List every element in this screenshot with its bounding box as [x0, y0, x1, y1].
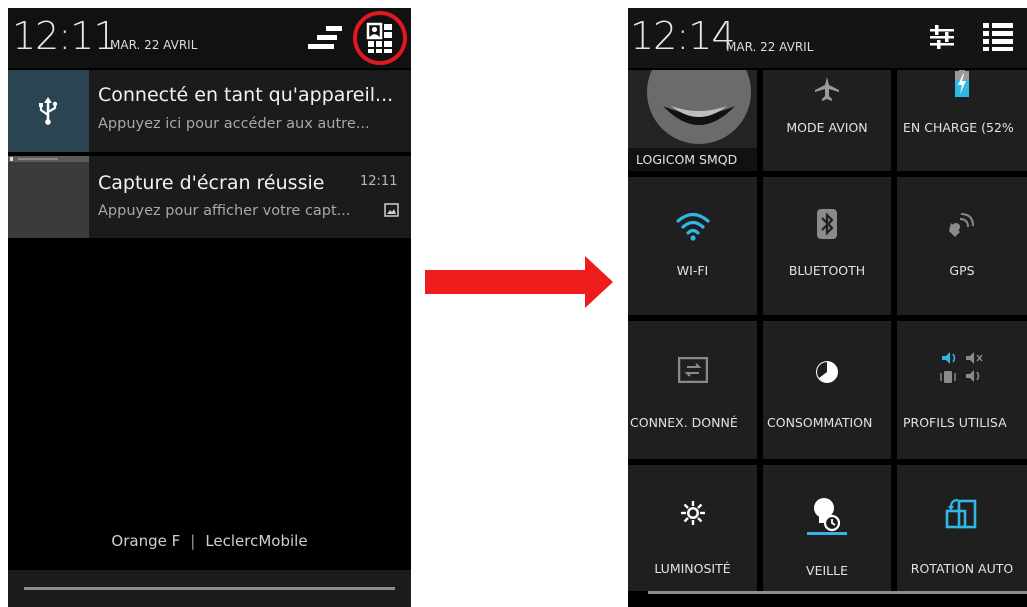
auto-rotate-icon [945, 497, 979, 535]
gps-icon [948, 211, 976, 243]
shade-handle-bar[interactable] [8, 570, 411, 607]
notification-title: Connecté en tant qu'appareil... [98, 84, 394, 106]
notification-title: Capture d'écran réussie [98, 172, 325, 194]
notification-usb[interactable]: Connecté en tant qu'appareil... Appuyez … [8, 70, 411, 152]
screenshot-thumbnail [8, 156, 89, 238]
tile-label: LUMINOSITÉ [654, 561, 731, 576]
tile-auto-rotate[interactable]: ROTATION AUTO [897, 465, 1027, 607]
clock: 12:11 [12, 14, 118, 58]
notifications-list-icon[interactable] [982, 20, 1014, 56]
sleep-timer-icon [807, 495, 847, 539]
transition-arrow [423, 254, 615, 314]
tile-profile[interactable]: LOGICOM SMQD [628, 70, 757, 171]
shade-handle-bar[interactable] [628, 591, 1027, 607]
notification-shade-screen: 12:11 MAR. 22 AVRIL Connecté en tant qu'… [8, 8, 411, 607]
tile-data-connection[interactable]: CONNEX. DONNÉ [628, 321, 757, 459]
clear-notifications-icon[interactable] [308, 24, 344, 56]
tile-audio-profiles[interactable]: PROFILS UTILISA [897, 321, 1027, 459]
carrier-separator: | [190, 532, 196, 550]
bluetooth-icon [817, 209, 837, 243]
audio-profiles-icon [940, 351, 984, 393]
tile-brightness[interactable]: LUMINOSITÉ [628, 465, 757, 607]
comparison-figure: 12:11 MAR. 22 AVRIL Connecté en tant qu'… [0, 0, 1027, 607]
wifi-icon [675, 211, 710, 245]
date: MAR. 22 AVRIL [726, 40, 814, 54]
airplane-icon [814, 76, 840, 106]
quick-settings-icon[interactable] [352, 10, 408, 70]
battery-charging-icon [954, 70, 970, 102]
drag-handle[interactable] [648, 591, 1027, 594]
tile-label: CONSOMMATION [767, 415, 873, 430]
data-connection-icon [677, 356, 708, 387]
status-bar: 12:14 MAR. 22 AVRIL [628, 8, 1027, 68]
notification-subtitle: Appuyez pour afficher votre capt... [98, 203, 351, 219]
carrier-name: Orange F [111, 532, 181, 550]
tile-label: BLUETOOTH [788, 263, 866, 278]
tile-battery[interactable]: EN CHARGE (52% [897, 70, 1027, 171]
notification-subtitle: Appuyez ici pour accéder aux autre... [98, 116, 370, 132]
notification-screenshot[interactable]: Capture d'écran réussie 12:11 Appuyez po… [8, 156, 411, 238]
settings-sliders-icon[interactable] [929, 24, 955, 54]
tile-label: MODE AVION [786, 120, 868, 135]
tile-label: EN CHARGE (52% [903, 120, 1014, 135]
tile-bluetooth[interactable]: BLUETOOTH [763, 177, 891, 315]
tile-label: ROTATION AUTO [910, 561, 1014, 576]
tile-label: LOGICOM SMQD [636, 152, 738, 167]
clock: 12:14 [630, 14, 736, 58]
tile-label: WI-FI [676, 263, 709, 278]
tile-wifi[interactable]: WI-FI [628, 177, 757, 315]
date: MAR. 22 AVRIL [110, 38, 198, 52]
usage-icon [814, 359, 840, 389]
quick-settings-screen: 12:14 MAR. 22 AVRIL LOGICOM SMQD MODE AV… [628, 8, 1027, 607]
drag-handle[interactable] [24, 587, 395, 590]
tile-sleep[interactable]: VEILLE [763, 465, 891, 607]
status-bar: 12:11 MAR. 22 AVRIL [8, 8, 411, 68]
notification-time: 12:11 [360, 174, 398, 189]
tile-label: GPS [949, 263, 975, 278]
tile-gps[interactable]: GPS [897, 177, 1027, 315]
notification-icon-tile [8, 70, 89, 152]
tile-label: CONNEX. DONNÉ [630, 415, 738, 430]
tile-label: VEILLE [806, 563, 848, 578]
usb-icon [36, 97, 60, 129]
image-icon [384, 202, 399, 221]
carrier-labels: Orange F | LeclercMobile [8, 532, 411, 550]
carrier-name: LeclercMobile [205, 532, 308, 550]
tile-data-usage[interactable]: CONSOMMATION [763, 321, 891, 459]
tile-label: PROFILS UTILISA [903, 415, 1007, 430]
tile-airplane-mode[interactable]: MODE AVION [763, 70, 891, 171]
brightness-icon [680, 500, 706, 530]
